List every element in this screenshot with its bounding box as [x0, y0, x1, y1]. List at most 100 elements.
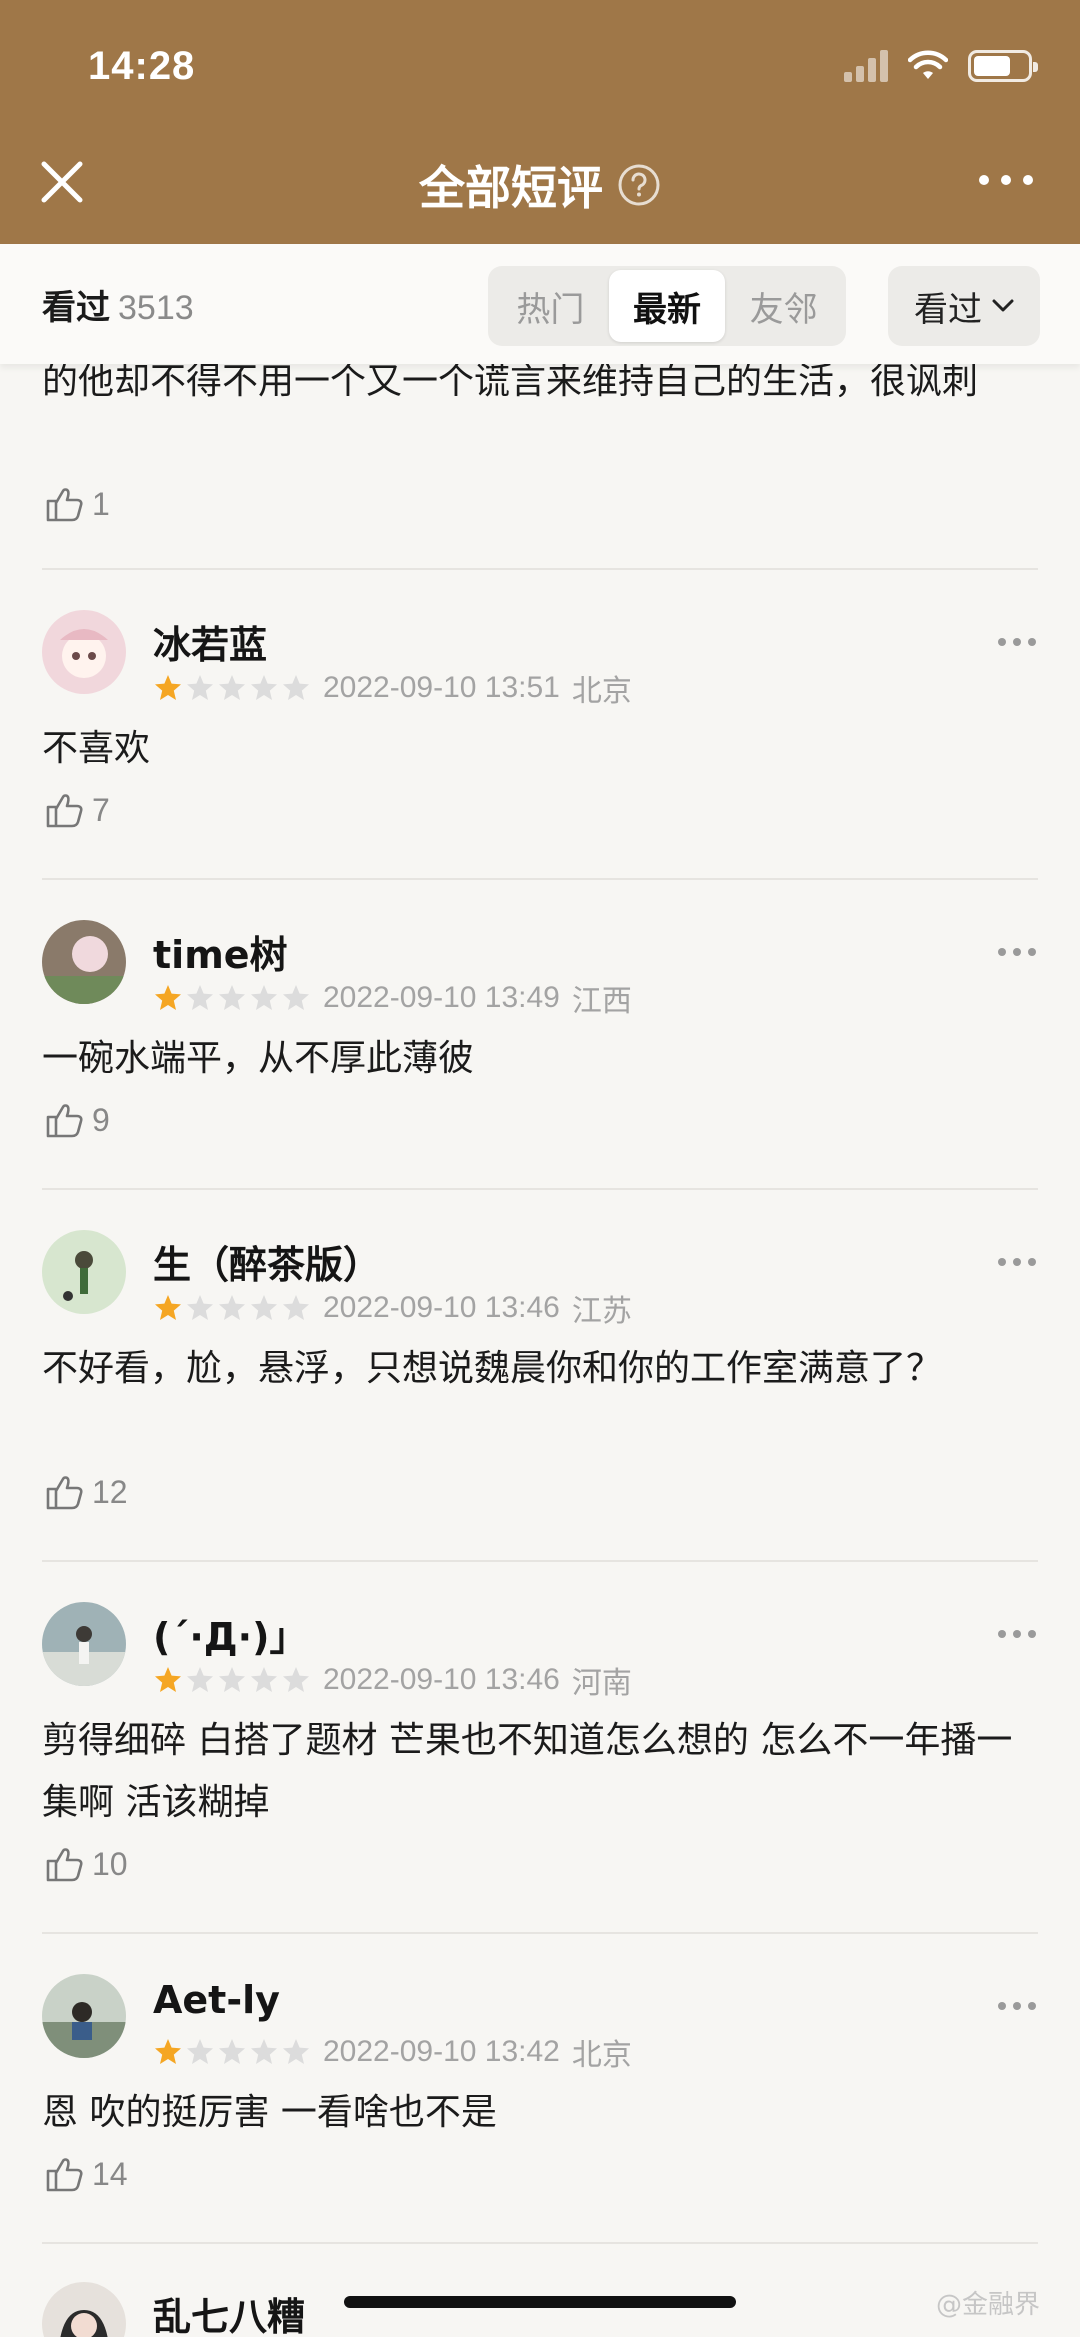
- watermark: @金融界: [935, 2290, 1040, 2320]
- divider: [42, 878, 1038, 880]
- star-icon: [283, 985, 309, 1010]
- more-icon[interactable]: [996, 944, 1038, 960]
- more-icon[interactable]: [996, 1254, 1038, 1270]
- status-dropdown-label: 看过: [914, 289, 982, 330]
- star-icon: [187, 2039, 213, 2064]
- like-button[interactable]: 1: [42, 482, 110, 526]
- comment-text: 不喜欢: [42, 728, 151, 769]
- comment-location: 河南: [571, 1667, 632, 1700]
- star-icon: [283, 1295, 309, 1320]
- user-name[interactable]: 乱七八糟: [153, 2286, 305, 2337]
- tab-hot[interactable]: 热门: [492, 270, 609, 342]
- star-icon: [219, 1295, 245, 1320]
- rating-stars: [153, 673, 311, 703]
- star-icon: [283, 2039, 309, 2064]
- filter-bar: 看过 3513 热门 最新 友邻 看过: [0, 244, 1080, 364]
- divider: [42, 1188, 1038, 1190]
- star-icon: [155, 985, 181, 1010]
- more-icon[interactable]: [996, 634, 1038, 650]
- comment-text: 恩 吹的挺厉害 一看啥也不是: [42, 2092, 497, 2133]
- thumbs-up-icon: [46, 488, 83, 522]
- comment-text: 一碗水端平，从不厚此薄彼: [42, 1038, 475, 1079]
- user-name[interactable]: 生（醉茶版）: [153, 1234, 381, 1289]
- comment-time: 2022-09-10 13:49: [323, 981, 560, 1014]
- star-icon: [155, 1667, 181, 1692]
- chevron-down-icon: [992, 299, 1014, 312]
- status-icons: [844, 50, 1038, 82]
- comment-text: 不好看，尬，悬浮，只想说魏晨你和你的工作室满意了？: [42, 1348, 943, 1389]
- comment-meta: 2022-09-10 13:46 河南: [153, 1658, 632, 1702]
- like-count: 14: [92, 2155, 128, 2192]
- like-button[interactable]: 9: [42, 1098, 110, 1142]
- watched-number: 3513: [118, 289, 194, 327]
- tab-friends[interactable]: 友邻: [725, 270, 842, 342]
- more-options-icon[interactable]: [976, 168, 1036, 192]
- comment-meta: 2022-09-10 13:49 江西: [153, 976, 632, 1020]
- star-icon: [187, 1667, 213, 1692]
- star-icon: [251, 2039, 277, 2064]
- divider: [42, 1560, 1038, 1562]
- star-icon: [219, 1667, 245, 1692]
- help-icon[interactable]: [617, 163, 661, 207]
- page-title-text: 全部短评: [419, 161, 603, 215]
- comment-time: 2022-09-10 13:42: [323, 2035, 560, 2068]
- star-icon: [283, 675, 309, 700]
- user-name[interactable]: time树: [153, 924, 288, 979]
- thumbs-up-icon: [46, 1104, 83, 1138]
- more-icon[interactable]: [996, 1998, 1038, 2014]
- star-icon: [187, 1295, 213, 1320]
- like-button[interactable]: 14: [42, 2152, 128, 2196]
- star-icon: [187, 675, 213, 700]
- signal-icon: [844, 50, 888, 82]
- avatar[interactable]: [42, 1230, 126, 1314]
- star-icon: [251, 675, 277, 700]
- watched-count: 看过 3513: [42, 280, 194, 329]
- star-icon: [219, 985, 245, 1010]
- divider: [42, 2242, 1038, 2244]
- rating-stars: [153, 2037, 311, 2067]
- star-icon: [155, 2039, 181, 2064]
- page-title: 全部短评: [0, 152, 1080, 218]
- like-button[interactable]: 10: [42, 1842, 128, 1886]
- like-count: 9: [92, 1101, 110, 1138]
- star-icon: [219, 2039, 245, 2064]
- avatar[interactable]: [42, 920, 126, 1004]
- like-button[interactable]: 12: [42, 1470, 128, 1514]
- home-indicator[interactable]: [344, 2296, 736, 2308]
- more-icon[interactable]: [996, 1626, 1038, 1642]
- thumbs-up-icon: [46, 794, 83, 828]
- sort-tabs: 热门 最新 友邻: [488, 266, 846, 346]
- user-name[interactable]: Aet-ly: [153, 1978, 280, 2022]
- comment-meta: 2022-09-10 13:46 江苏: [153, 1286, 632, 1330]
- status-dropdown[interactable]: 看过: [888, 266, 1040, 346]
- rating-stars: [153, 1293, 311, 1323]
- tab-latest[interactable]: 最新: [608, 270, 726, 342]
- star-icon: [155, 1295, 181, 1320]
- avatar[interactable]: [42, 1602, 126, 1686]
- star-icon: [251, 1667, 277, 1692]
- divider: [42, 1932, 1038, 1934]
- status-time: 14:28: [88, 44, 196, 88]
- like-button[interactable]: 7: [42, 788, 110, 832]
- thumbs-up-icon: [46, 2158, 83, 2192]
- watched-label: 看过: [42, 288, 110, 328]
- comment-text: 剪得细碎 白搭了题材 芒果也不知道怎么想的 怎么不一年播一集啊 活该糊掉: [42, 1720, 1013, 1823]
- user-name[interactable]: (´·Д·)」: [153, 1606, 307, 1661]
- star-icon: [155, 675, 181, 700]
- battery-icon: [968, 50, 1038, 82]
- comment-location: 江西: [571, 985, 632, 1018]
- comment-location: 江苏: [571, 1295, 632, 1328]
- comment-meta: 2022-09-10 13:51 北京: [153, 666, 632, 710]
- comment-time: 2022-09-10 13:46: [323, 1663, 560, 1696]
- avatar[interactable]: [42, 610, 126, 694]
- star-icon: [187, 985, 213, 1010]
- star-icon: [219, 675, 245, 700]
- comment-time: 2022-09-10 13:51: [323, 671, 560, 704]
- comment-time: 2022-09-10 13:46: [323, 1291, 560, 1324]
- wifi-icon: [908, 50, 948, 79]
- top-bar: 14:28 全部短评: [0, 0, 1080, 244]
- user-name[interactable]: 冰若蓝: [153, 614, 267, 669]
- avatar[interactable]: [42, 2282, 126, 2337]
- rating-stars: [153, 1665, 311, 1695]
- avatar[interactable]: [42, 1974, 126, 2058]
